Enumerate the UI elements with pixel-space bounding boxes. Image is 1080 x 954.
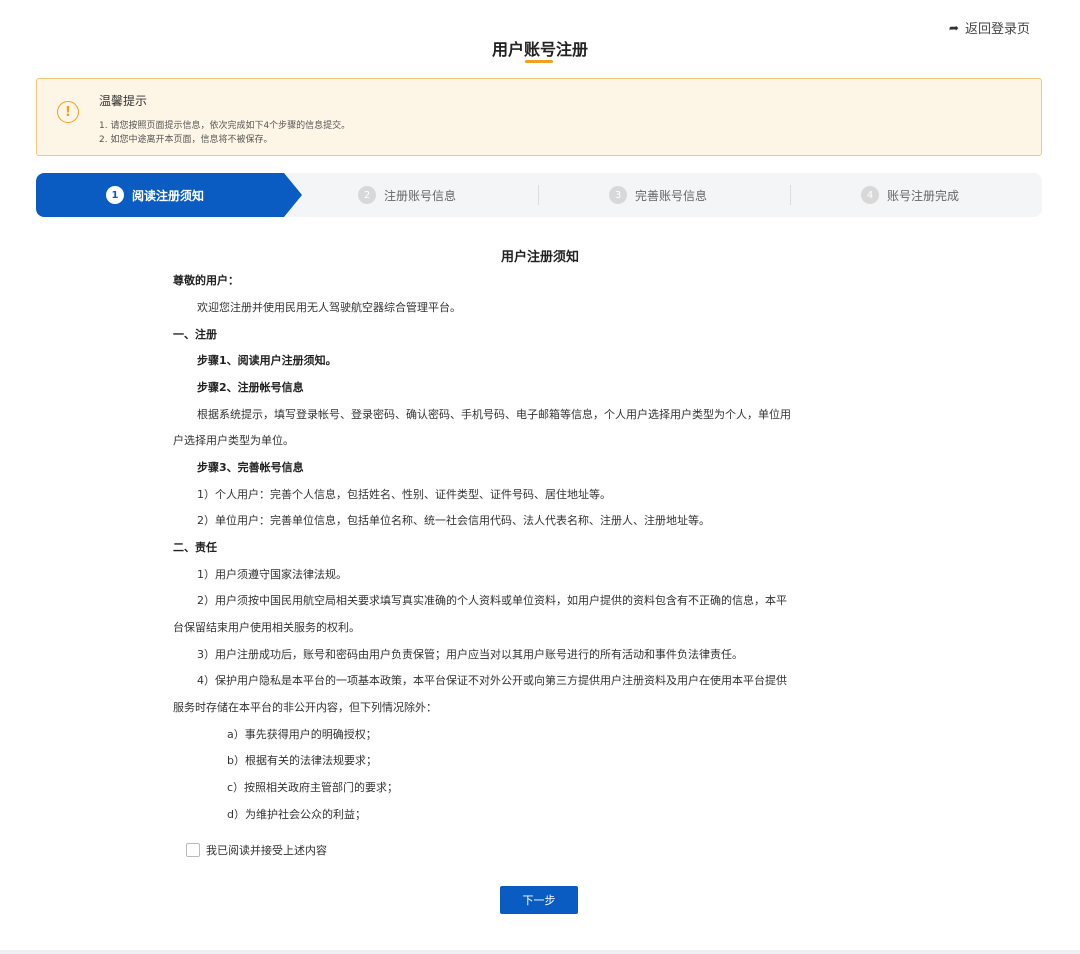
doc-list-item: 3）用户注册成功后，账号和密码由用户负责保管；用户应当对以其用户账号进行的所有活… (197, 648, 743, 661)
agree-label: 我已阅读并接受上述内容 (206, 844, 327, 857)
doc-list-item: 1）个人用户：完善个人信息，包括姓名、性别、证件类型、证件号码、居住地址等。 (197, 488, 611, 501)
step-progress-bar: 1 阅读注册须知 2 注册账号信息 3 完善账号信息 4 账号注册完成 (36, 173, 1042, 217)
step-label: 阅读注册须知 (132, 188, 205, 203)
step-register-account: 2 注册账号信息 (358, 173, 456, 217)
exclamation-icon: ! (57, 101, 79, 123)
step-read-notice: 1 阅读注册须知 (106, 173, 204, 217)
doc-list-item: 4）保护用户隐私是本平台的一项基本政策，本平台保证不对外公开或向第三方提供用户注… (197, 674, 787, 687)
step-label: 注册账号信息 (384, 188, 457, 203)
agree-checkbox-row[interactable]: 我已阅读并接受上述内容 (186, 842, 327, 858)
doc-paragraph: 户选择用户类型为单位。 (173, 434, 294, 447)
active-step-arrow (284, 173, 302, 217)
notice-title: 温馨提示 (99, 94, 148, 108)
doc-list-item: 1）用户须遵守国家法律法规。 (197, 568, 347, 581)
step-complete-account: 3 完善账号信息 (609, 173, 707, 217)
step-number-badge: 1 (106, 186, 124, 204)
bottom-divider (0, 950, 1080, 954)
doc-paragraph: 台保留结束用户使用相关服务的权利。 (173, 621, 360, 634)
top-bar: ➦ 返回登录页 用户账号注册 (0, 0, 1080, 78)
step-label: 完善账号信息 (635, 188, 708, 203)
doc-paragraph: 服务时存储在本平台的非公开内容，但下列情况除外： (173, 701, 437, 714)
doc-section-heading: 一、注册 (173, 328, 217, 341)
doc-step-heading: 步骤1、阅读用户注册须知。 (197, 354, 337, 367)
doc-paragraph: 欢迎您注册并使用民用无人驾驶航空器综合管理平台。 (197, 301, 461, 314)
back-to-login-link[interactable]: ➦ 返回登录页 (948, 18, 1030, 38)
share-arrow-icon: ➦ (948, 20, 959, 35)
doc-list-item: 2）用户须按中国民用航空局相关要求填写真实准确的个人资料或单位资料，如用户提供的… (197, 594, 787, 607)
step-divider (790, 185, 791, 205)
notice-panel: ! 温馨提示 1. 请您按照页面提示信息，依次完成如下4个步骤的信息提交。 2.… (36, 78, 1042, 156)
next-step-button[interactable]: 下一步 (500, 886, 578, 914)
step-number-badge: 4 (861, 186, 879, 204)
step-number-badge: 2 (358, 186, 376, 204)
doc-sub-item: b）根据有关的法律法规要求； (227, 754, 377, 767)
doc-step-heading: 步骤2、注册帐号信息 (197, 381, 304, 394)
doc-greeting: 尊敬的用户： (173, 274, 239, 287)
notice-line: 1. 请您按照页面提示信息，依次完成如下4个步骤的信息提交。 (99, 121, 351, 131)
doc-step-heading: 步骤3、完善帐号信息 (197, 461, 304, 474)
doc-list-item: 2）单位用户：完善单位信息，包括单位名称、统一社会信用代码、法人代表名称、注册人… (197, 514, 710, 527)
step-number-badge: 3 (609, 186, 627, 204)
step-divider (538, 185, 539, 205)
step-registration-done: 4 账号注册完成 (861, 173, 959, 217)
doc-section-heading: 二、责任 (173, 541, 217, 554)
back-to-login-label: 返回登录页 (964, 22, 1030, 37)
step-label: 账号注册完成 (887, 188, 960, 203)
agree-checkbox[interactable] (186, 843, 200, 857)
title-underline (525, 60, 553, 63)
doc-paragraph: 根据系统提示，填写登录帐号、登录密码、确认密码、手机号码、电子邮箱等信息，个人用… (197, 408, 791, 421)
notice-document-title: 用户注册须知 (500, 250, 579, 265)
doc-sub-item: a）事先获得用户的明确授权； (227, 728, 377, 741)
doc-sub-item: d）为维护社会公众的利益； (227, 808, 366, 821)
notice-line: 2. 如您中途离开本页面，信息将不被保存。 (99, 135, 273, 145)
page-title: 用户账号注册 (491, 40, 588, 59)
doc-sub-item: c）按照相关政府主管部门的要求； (227, 781, 399, 794)
